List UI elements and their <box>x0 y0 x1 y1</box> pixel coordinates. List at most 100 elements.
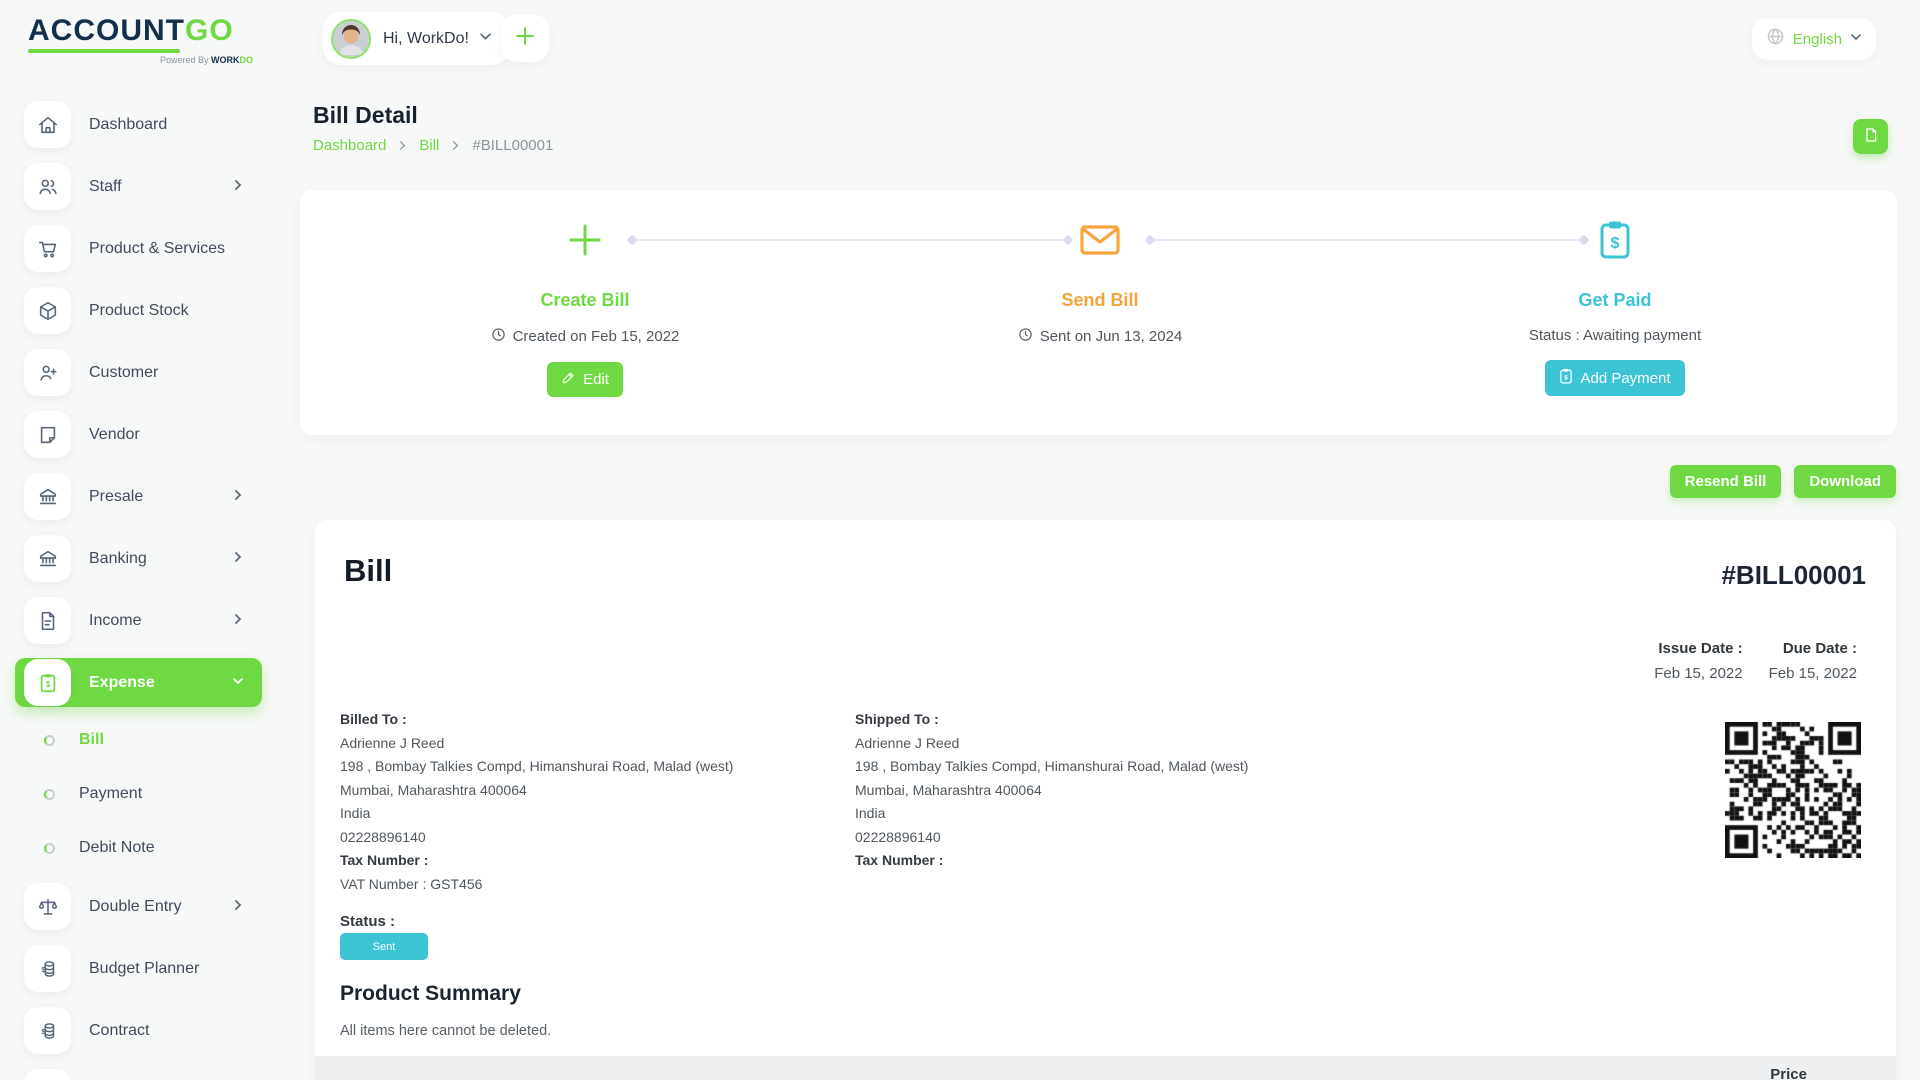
coins-icon <box>24 1069 71 1080</box>
product-summary-title: Product Summary <box>340 982 521 1006</box>
chevron-right-icon <box>397 140 408 151</box>
sidebar-item-dashboard[interactable]: Dashboard <box>15 100 262 149</box>
sidebar-item-expense[interactable]: $ Expense <box>15 658 262 707</box>
shipped-to-phone: 02228896140 <box>855 826 1325 850</box>
svg-text:$: $ <box>41 964 45 973</box>
sidebar-item-label: Customer <box>89 364 262 382</box>
note-icon <box>24 411 71 458</box>
billed-to-tax-label: Tax Number : <box>340 849 810 873</box>
sidebar-item-vendor[interactable]: Vendor <box>15 410 262 459</box>
price-column-header: Price <box>1770 1066 1807 1080</box>
bill-number: #BILL00001 <box>1721 560 1866 591</box>
billed-to-phone: 02228896140 <box>340 826 810 850</box>
sidebar-item-contract[interactable]: $ Contract <box>15 1006 262 1055</box>
sidebar-item-label: Income <box>89 612 232 630</box>
step-title: Create Bill <box>425 290 745 311</box>
breadcrumb-dashboard[interactable]: Dashboard <box>313 137 386 154</box>
step-meta-text: Sent on Jun 13, 2024 <box>1040 328 1183 345</box>
sidebar-item-product-services[interactable]: Product & Services <box>15 224 262 273</box>
breadcrumb-current: #BILL00001 <box>472 137 553 154</box>
add-payment-button[interactable]: $ Add Payment <box>1545 360 1684 396</box>
billed-to-address2: Mumbai, Maharashtra 400064 <box>340 779 810 803</box>
coins-icon: $ <box>24 945 71 992</box>
sidebar-item-label: Vendor <box>89 426 262 444</box>
shipped-to-block: Shipped To : Adrienne J Reed 198 , Bomba… <box>855 708 1325 873</box>
billed-to-tax-value: VAT Number : GST456 <box>340 873 810 897</box>
download-button[interactable]: Download <box>1794 465 1896 498</box>
bullet-icon <box>44 735 55 746</box>
bill-actions: Resend Bill Download <box>1670 465 1896 498</box>
svg-text:$: $ <box>41 1026 45 1035</box>
subnav-item-bill[interactable]: Bill <box>44 720 270 760</box>
language-selector[interactable]: English <box>1752 18 1876 60</box>
sidebar-item-label: Product Stock <box>89 302 262 320</box>
plus-icon <box>514 25 536 52</box>
brand-logo: ACCOUNTGO Powered By WORKDO <box>28 16 258 65</box>
edit-button[interactable]: Edit <box>547 362 623 397</box>
subnav-item-debit-note[interactable]: Debit Note <box>44 828 270 868</box>
qr-code <box>1725 722 1861 858</box>
export-button[interactable] <box>1853 119 1888 154</box>
money-clipboard-icon: $ <box>1455 204 1775 276</box>
shipped-to-country: India <box>855 802 1325 826</box>
sidebar-item-label: Double Entry <box>89 898 232 916</box>
step-get-paid: $ Get Paid Status : Awaiting payment $ A… <box>1455 190 1775 396</box>
user-menu[interactable]: Hi, WorkDo! <box>323 12 510 65</box>
svg-text:$: $ <box>1565 374 1569 381</box>
pencil-icon <box>561 370 576 389</box>
sidebar-item-budget-planner[interactable]: $ Budget Planner <box>15 944 262 993</box>
sidebar-item-customer[interactable]: Customer <box>15 348 262 397</box>
breadcrumb-bill[interactable]: Bill <box>419 137 439 154</box>
issue-date-value: Feb 15, 2022 <box>1654 665 1742 682</box>
money-clipboard-icon: $ <box>1559 368 1573 388</box>
chevron-right-icon <box>232 178 244 196</box>
globe-icon <box>1766 27 1785 51</box>
shipped-to-address1: 198 , Bombay Talkies Compd, Himanshurai … <box>855 755 1325 779</box>
sidebar-item-banking[interactable]: Banking <box>15 534 262 583</box>
sidebar-item-label: Dashboard <box>89 116 262 134</box>
cart-icon <box>24 225 71 272</box>
page-title: Bill Detail <box>313 102 553 129</box>
scales-icon <box>24 883 71 930</box>
shipped-to-name: Adrienne J Reed <box>855 732 1325 756</box>
page-header: Bill Detail Dashboard Bill #BILL00001 <box>313 102 553 154</box>
step-meta-text: Created on Feb 15, 2022 <box>513 328 680 345</box>
cube-icon <box>24 287 71 334</box>
subnav-item-label: Debit Note <box>79 839 155 857</box>
sidebar-item-double-entry[interactable]: Double Entry <box>15 882 262 931</box>
subnav-item-payment[interactable]: Payment <box>44 774 270 814</box>
bank-icon <box>24 473 71 520</box>
chevron-down-icon <box>232 674 244 692</box>
tagline-prefix: Powered By <box>160 55 211 65</box>
due-date-label: Due Date : <box>1769 640 1857 657</box>
shipped-to-address2: Mumbai, Maharashtra 400064 <box>855 779 1325 803</box>
sidebar-item-presale[interactable]: Presale <box>15 472 262 521</box>
bullet-icon <box>44 843 55 854</box>
sidebar-item-staff[interactable]: Staff <box>15 162 262 211</box>
chevron-down-icon <box>1850 30 1862 48</box>
step-send-bill: Send Bill Sent on Jun 13, 2024 <box>940 190 1260 346</box>
resend-bill-button[interactable]: Resend Bill <box>1670 465 1782 498</box>
billed-to-address1: 198 , Bombay Talkies Compd, Himanshurai … <box>340 755 810 779</box>
chevron-right-icon <box>232 488 244 506</box>
breadcrumb: Dashboard Bill #BILL00001 <box>313 137 553 154</box>
step-meta: Sent on Jun 13, 2024 <box>940 327 1260 346</box>
clock-icon <box>1018 327 1033 346</box>
sidebar: ACCOUNTGO Powered By WORKDO Dashboard St… <box>0 0 270 1080</box>
issue-date-label: Issue Date : <box>1654 640 1742 657</box>
bank-icon <box>24 535 71 582</box>
file-icon <box>24 597 71 644</box>
edit-button-label: Edit <box>583 371 609 388</box>
step-meta: Created on Feb 15, 2022 <box>425 327 745 346</box>
language-label: English <box>1793 31 1842 48</box>
plus-icon <box>425 204 745 276</box>
add-button[interactable] <box>501 14 549 62</box>
sidebar-item-partial[interactable] <box>15 1068 262 1080</box>
product-table-header: Price <box>315 1056 1896 1080</box>
sidebar-item-label: Contract <box>89 1022 262 1040</box>
step-title: Send Bill <box>940 290 1260 311</box>
coins-icon: $ <box>24 1007 71 1054</box>
sidebar-item-income[interactable]: Income <box>15 596 262 645</box>
tagline-do: DO <box>240 55 254 65</box>
sidebar-item-product-stock[interactable]: Product Stock <box>15 286 262 335</box>
